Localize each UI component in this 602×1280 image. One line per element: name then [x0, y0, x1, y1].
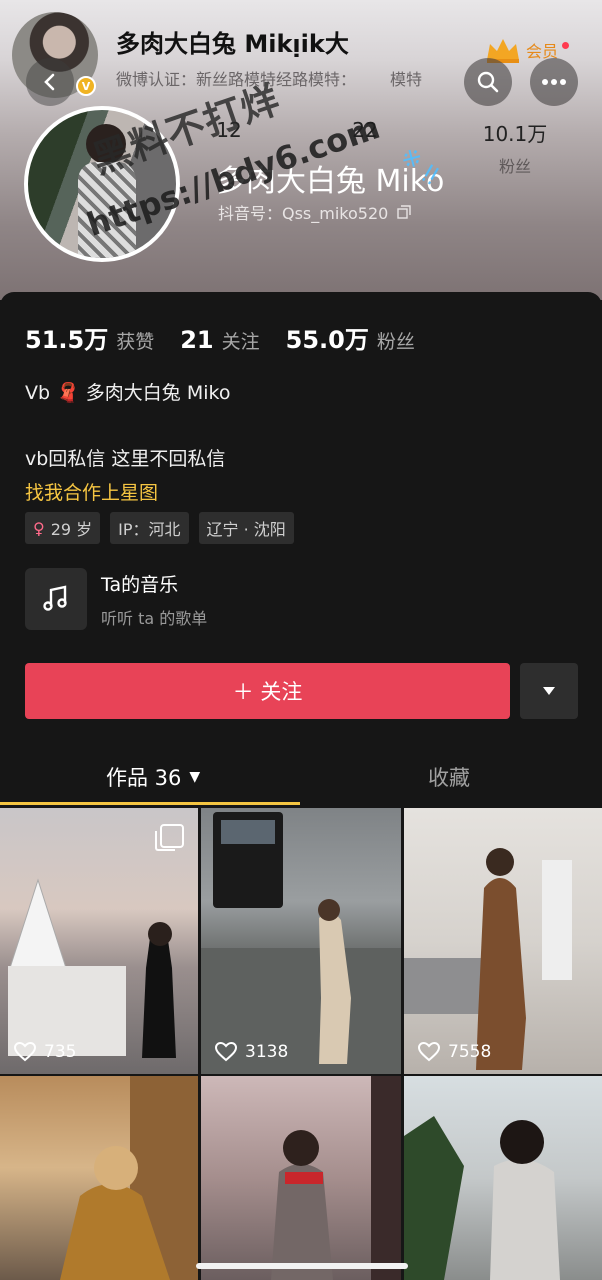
multi-image-icon: [155, 824, 184, 851]
header-name: 多肉大白兔 Mikᴉik大: [116, 30, 349, 58]
plants-scene: [404, 1116, 560, 1280]
bio-line-2: vb回私信 这里不回私信: [25, 448, 226, 470]
following-label[interactable]: 关注: [222, 327, 260, 354]
tab-works-label: 作品 36: [106, 766, 182, 790]
following-count[interactable]: 21: [180, 326, 213, 354]
header-stat-number: 10.1万: [482, 122, 548, 146]
likes-label: 获赞: [116, 331, 155, 353]
tag-age-label: 29 岁: [50, 520, 93, 539]
post-thumbnail[interactable]: 735: [0, 808, 198, 1074]
back-arrow-icon: [44, 73, 55, 91]
tag-ip: IP：河北: [110, 512, 189, 544]
post-thumbnail[interactable]: 3138: [201, 808, 401, 1074]
likes-count: 51.5万: [25, 326, 109, 354]
music-entry[interactable]: Ta的音乐 听听 ta 的歌单: [25, 568, 207, 630]
tag-location-label: 辽宁 · 沈阳: [206, 520, 286, 539]
back-button[interactable]: [26, 58, 74, 106]
header-stat-label: 粉丝: [498, 157, 531, 176]
sofa-scene: [60, 1076, 198, 1280]
music-note-icon: [25, 568, 87, 630]
header-stat-2: 10.1万 粉丝: [470, 118, 560, 177]
followers-count[interactable]: 55.0万: [286, 320, 369, 355]
profile-tags: ♀ 29 岁 IP：河北 辽宁 · 沈阳: [25, 512, 304, 544]
female-icon: ♀: [33, 518, 45, 538]
beach-scene: [201, 812, 401, 1074]
tab-favorites[interactable]: 收藏: [428, 762, 470, 792]
room-scene: [404, 848, 572, 1070]
bio-line-1: Vb 🧣 多肉大白兔 Miko: [25, 382, 231, 404]
post-likes: 7558: [418, 1042, 491, 1062]
more-options-button[interactable]: [520, 663, 578, 719]
active-tab-indicator: [0, 802, 300, 805]
copy-icon[interactable]: [397, 205, 412, 219]
post-likes-count: 7558: [448, 1042, 492, 1062]
music-subtitle: 听听 ta 的歌单: [101, 608, 208, 628]
chevron-down-icon: ▼: [189, 769, 201, 785]
more-icon: [542, 79, 566, 85]
tag-ip-label: IP：河北: [118, 520, 181, 539]
profile-panel: 51.5万 获赞 21 关注 55.0万 粉丝 Vb 🧣 多肉大白兔 Miko …: [0, 292, 602, 812]
profile-id[interactable]: 抖音号：Qss_miko520: [218, 200, 412, 224]
tag-age: ♀ 29 岁: [25, 512, 101, 544]
profile-stats: 51.5万 获赞 21 关注 55.0万 粉丝: [25, 320, 441, 355]
heart-icon: [215, 1042, 237, 1062]
notification-dot: [562, 41, 570, 49]
post-likes: 735: [14, 1042, 76, 1062]
mirror-scene: [271, 1076, 401, 1280]
follow-button[interactable]: ＋ 关注: [25, 663, 510, 719]
post-thumbnail[interactable]: [0, 1076, 198, 1280]
post-likes-count: 3138: [245, 1042, 289, 1062]
search-icon: [477, 71, 499, 93]
post-likes-count: 735: [44, 1042, 77, 1062]
followers-label[interactable]: 粉丝: [377, 327, 415, 354]
home-indicator: [196, 1263, 408, 1269]
tag-location: 辽宁 · 沈阳: [198, 512, 294, 544]
profile-id-text: 抖音号：Qss_miko520: [218, 204, 389, 223]
bio-line-3[interactable]: 找我合作上星图: [25, 478, 158, 505]
post-thumbnail[interactable]: [404, 1076, 602, 1280]
heart-icon: [418, 1042, 440, 1062]
header-certification-tail: 模特: [390, 70, 423, 89]
tab-works[interactable]: 作品 36 ▼: [106, 762, 200, 792]
post-likes: 3138: [215, 1042, 288, 1062]
profile-header: V 多肉大白兔 Mikᴉik大 微博认证：新丝路模特经路模特： 模特 会员 12…: [0, 0, 602, 300]
verified-badge-icon: V: [76, 76, 96, 96]
heart-icon: [14, 1042, 36, 1062]
more-button[interactable]: [530, 58, 578, 106]
post-thumbnail[interactable]: [201, 1076, 401, 1280]
dropdown-triangle-icon: [543, 687, 555, 695]
music-title: Ta的音乐: [101, 573, 179, 596]
search-button[interactable]: [464, 58, 512, 106]
post-thumbnail[interactable]: 7558: [404, 808, 602, 1074]
